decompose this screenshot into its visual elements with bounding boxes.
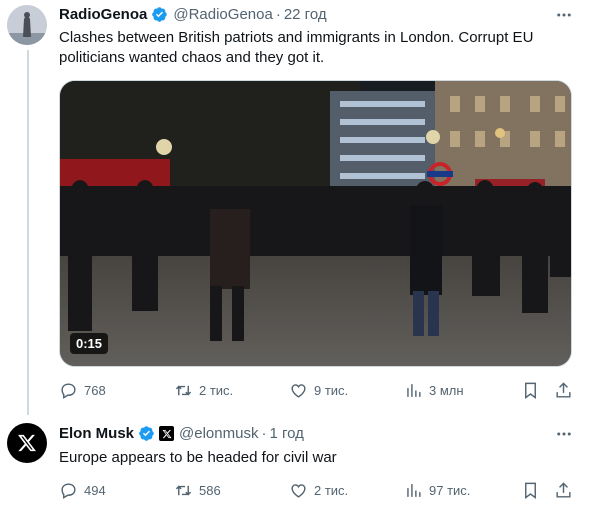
tweet-text-line-2: politicians wanted chaos and they got it… bbox=[59, 49, 325, 66]
reply-icon bbox=[61, 483, 76, 499]
video-player[interactable]: 0:15 bbox=[59, 80, 572, 367]
avatar-radiogenoa[interactable] bbox=[7, 5, 47, 45]
verified-badge-icon bbox=[138, 425, 155, 442]
tweet-actions: 494 586 2 тис. 97 тис. bbox=[59, 481, 579, 501]
share-button[interactable] bbox=[554, 381, 573, 400]
share-button[interactable] bbox=[554, 481, 573, 500]
like-button[interactable]: 2 тис. bbox=[289, 481, 348, 500]
views-button[interactable]: 97 тис. bbox=[404, 481, 470, 500]
timestamp[interactable]: 22 год bbox=[284, 6, 327, 23]
views-button[interactable]: 3 млн bbox=[404, 381, 464, 400]
more-icon[interactable] bbox=[554, 5, 574, 25]
bookmark-button[interactable] bbox=[521, 481, 540, 500]
share-icon bbox=[556, 382, 571, 398]
share-icon bbox=[556, 482, 571, 498]
tweet-text-line-1: Clashes between British patriots and imm… bbox=[59, 29, 534, 46]
x-affiliate-badge-icon bbox=[159, 426, 175, 441]
repost-count: 586 bbox=[199, 483, 221, 498]
more-icon[interactable] bbox=[554, 424, 574, 444]
repost-button[interactable]: 586 bbox=[174, 481, 221, 500]
verified-badge-icon bbox=[151, 6, 168, 23]
views-icon bbox=[407, 384, 421, 397]
like-icon bbox=[291, 484, 306, 498]
bookmark-icon bbox=[525, 382, 536, 400]
tweet-header: RadioGenoa @RadioGenoa · 22 год bbox=[59, 6, 327, 23]
views-icon bbox=[407, 484, 421, 497]
bookmark-icon bbox=[525, 482, 536, 500]
reply-icon bbox=[61, 383, 76, 399]
tweet-radiogenoa[interactable]: RadioGenoa @RadioGenoa · 22 год Clashes … bbox=[0, 0, 592, 415]
tweet-text: Europe appears to be headed for civil wa… bbox=[59, 449, 337, 466]
like-icon bbox=[291, 384, 306, 398]
reply-count: 494 bbox=[84, 483, 106, 498]
reply-button[interactable]: 768 bbox=[59, 381, 106, 400]
repost-icon bbox=[175, 385, 192, 396]
repost-icon bbox=[175, 485, 192, 496]
reply-button[interactable]: 494 bbox=[59, 481, 106, 500]
repost-count: 2 тис. bbox=[199, 383, 234, 398]
reply-count: 768 bbox=[84, 383, 106, 398]
tweet-text: Clashes between British patriots and imm… bbox=[59, 28, 579, 68]
video-frame bbox=[60, 81, 571, 366]
bookmark-button[interactable] bbox=[521, 381, 540, 400]
x-logo-icon bbox=[18, 434, 36, 452]
separator-dot: · bbox=[275, 6, 281, 23]
like-count: 9 тис. bbox=[314, 383, 349, 398]
views-count: 3 млн bbox=[429, 383, 464, 398]
tweet-header: Elon Musk @elonmusk · 1 год bbox=[59, 425, 304, 442]
repost-button[interactable]: 2 тис. bbox=[174, 381, 233, 400]
author-name[interactable]: Elon Musk bbox=[59, 425, 134, 442]
avatar-elonmusk[interactable] bbox=[7, 423, 47, 463]
separator-dot: · bbox=[261, 425, 267, 442]
author-handle[interactable]: @elonmusk bbox=[179, 425, 258, 442]
views-count: 97 тис. bbox=[429, 483, 471, 498]
timestamp[interactable]: 1 год bbox=[269, 425, 303, 442]
tweet-elonmusk[interactable]: Elon Musk @elonmusk · 1 год Europe appea… bbox=[0, 415, 592, 510]
tweet-actions: 768 2 тис. 9 тис. 3 млн bbox=[59, 381, 579, 401]
video-duration: 0:15 bbox=[70, 333, 109, 354]
like-count: 2 тис. bbox=[314, 483, 349, 498]
author-name[interactable]: RadioGenoa bbox=[59, 6, 147, 23]
author-handle[interactable]: @RadioGenoa bbox=[173, 6, 272, 23]
like-button[interactable]: 9 тис. bbox=[289, 381, 348, 400]
